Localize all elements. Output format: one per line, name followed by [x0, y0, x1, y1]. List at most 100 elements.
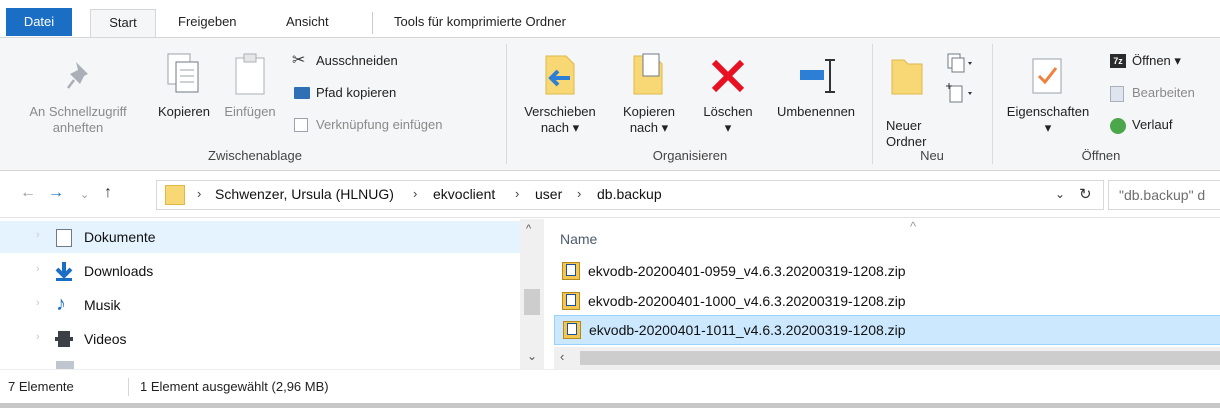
- group-divider: [506, 44, 507, 164]
- nav-item-downloads[interactable]: › Downloads: [0, 255, 520, 287]
- horizontal-scrollbar[interactable]: ‹: [554, 347, 1220, 369]
- forward-arrow-icon[interactable]: →: [48, 184, 64, 202]
- drive-icon: [56, 361, 74, 369]
- scroll-left-icon[interactable]: ‹: [560, 349, 564, 364]
- properties-checkmark-icon: [1032, 58, 1062, 94]
- recent-locations-chevron-icon[interactable]: ⌄: [80, 188, 89, 201]
- copy-to-label-2: nach ▾: [629, 120, 669, 135]
- breadcrumb-user[interactable]: Schwenzer, Ursula (HLNUG): [215, 186, 394, 202]
- back-arrow-icon[interactable]: ←: [20, 184, 36, 202]
- breadcrumb-user-folder[interactable]: user: [535, 186, 562, 202]
- horizontal-scroll-thumb[interactable]: [580, 351, 1220, 365]
- rename-button[interactable]: Umbenennen: [764, 52, 868, 132]
- path-icon: [294, 87, 310, 99]
- cut-button[interactable]: ✂ Ausschneiden: [292, 50, 502, 72]
- nav-item-musik[interactable]: › ♪ Musik: [0, 289, 520, 321]
- paste-button[interactable]: Einfügen: [218, 52, 282, 132]
- expand-chevron-icon[interactable]: ›: [36, 331, 40, 343]
- address-bar[interactable]: › Schwenzer, Ursula (HLNUG) › ekvoclient…: [156, 180, 1104, 210]
- nav-item-videos[interactable]: › Videos: [0, 323, 520, 355]
- pin-label-2: anheften: [52, 120, 104, 135]
- tab-compressed-tools[interactable]: Tools für komprimierte Ordner: [384, 10, 576, 38]
- group-label-organize: Organisieren: [652, 148, 728, 163]
- breadcrumb-separator[interactable]: ›: [413, 186, 417, 201]
- edit-button[interactable]: Bearbeiten: [1108, 82, 1220, 104]
- nav-scroll-thumb[interactable]: [524, 289, 540, 315]
- properties-button[interactable]: Eigenschaften ▾: [996, 52, 1100, 148]
- file-row[interactable]: ekvodb-20200401-0959_v4.6.3.20200319-120…: [554, 257, 1220, 287]
- move-to-label-1: Verschieben: [524, 104, 596, 119]
- edit-icon: [1110, 86, 1124, 102]
- search-input[interactable]: "db.backup" d: [1108, 180, 1220, 210]
- column-header-name[interactable]: Name: [560, 231, 597, 247]
- file-list-pane: ^ Name ekvodb-20200401-0959_v4.6.3.20200…: [544, 219, 1220, 369]
- copy-button[interactable]: Kopieren: [150, 52, 218, 132]
- ribbon-tabbar: Datei Start Freigeben Ansicht Tools für …: [0, 0, 1220, 38]
- nav-item-label: Musik: [84, 297, 121, 313]
- refresh-icon[interactable]: ↻: [1079, 185, 1092, 203]
- folder-icon: [165, 185, 185, 205]
- tab-file[interactable]: Datei: [6, 8, 72, 36]
- sort-ascending-icon: ^: [910, 219, 917, 234]
- new-item-icon: [947, 53, 972, 73]
- zip-file-icon: [562, 262, 580, 280]
- rename-icon: [800, 59, 835, 93]
- expand-chevron-icon[interactable]: ›: [36, 297, 40, 309]
- delete-label: Löschen: [703, 104, 753, 119]
- move-to-button[interactable]: Verschieben nach ▾: [512, 52, 608, 148]
- tab-divider: [372, 12, 373, 34]
- delete-button[interactable]: Löschen ▾: [692, 52, 764, 148]
- navigation-pane: › Dokumente › Downloads › ♪ Musik › Vide…: [0, 219, 544, 369]
- file-row-selected[interactable]: ekvodb-20200401-1011_v4.6.3.20200319-120…: [554, 315, 1220, 345]
- window-bottom-edge: [0, 403, 1220, 408]
- move-to-icon: [545, 55, 575, 95]
- nav-item-label: Videos: [84, 331, 127, 347]
- copy-to-button[interactable]: Kopieren nach ▾: [610, 52, 688, 148]
- file-name: ekvodb-20200401-1011_v4.6.3.20200319-120…: [589, 322, 906, 338]
- selection-info: 1 Element ausgewählt (2,96 MB): [140, 379, 329, 394]
- nav-scrollbar[interactable]: ^ ⌄: [520, 219, 544, 369]
- file-row[interactable]: ekvodb-20200401-1000_v4.6.3.20200319-120…: [554, 287, 1220, 317]
- history-label: Verlauf: [1132, 117, 1173, 132]
- scroll-down-icon[interactable]: ⌄: [527, 349, 537, 363]
- group-label-open: Öffnen: [1081, 148, 1121, 163]
- pin-quick-access-button[interactable]: An Schnellzugriff anheften: [10, 60, 146, 135]
- address-dropdown-chevron-icon[interactable]: ⌄: [1055, 187, 1065, 201]
- easy-access-icon: [946, 83, 972, 103]
- tab-view[interactable]: Ansicht: [276, 10, 339, 38]
- tab-share[interactable]: Freigeben: [168, 10, 247, 38]
- new-item-button[interactable]: [944, 52, 980, 74]
- scroll-up-icon[interactable]: ^: [526, 223, 531, 235]
- breadcrumb-db-backup[interactable]: db.backup: [597, 186, 662, 202]
- paste-shortcut-button[interactable]: Verknüpfung einfügen: [292, 114, 502, 136]
- breadcrumb-separator[interactable]: ›: [197, 186, 201, 201]
- ribbon: An Schnellzugriff anheften Kopieren Einf…: [0, 37, 1220, 171]
- edit-label: Bearbeiten: [1132, 85, 1195, 100]
- pin-icon: [67, 62, 88, 89]
- tab-start[interactable]: Start: [90, 9, 156, 38]
- paste-label: Einfügen: [224, 104, 276, 119]
- delete-dropdown-arrow[interactable]: ▾: [692, 120, 764, 136]
- breadcrumb-separator[interactable]: ›: [577, 186, 581, 201]
- copy-path-button[interactable]: Pfad kopieren: [292, 82, 502, 104]
- new-folder-icon: [891, 59, 923, 95]
- item-count: 7 Elemente: [8, 379, 74, 394]
- properties-dropdown-arrow[interactable]: ▾: [996, 120, 1100, 136]
- history-button[interactable]: Verlauf: [1108, 114, 1220, 136]
- new-folder-button[interactable]: Neuer Ordner: [876, 52, 940, 149]
- 7zip-icon: 7z: [1110, 54, 1126, 68]
- breadcrumb-separator[interactable]: ›: [515, 186, 519, 201]
- easy-access-button[interactable]: [944, 82, 980, 104]
- copy-label: Kopieren: [157, 104, 211, 119]
- shortcut-icon: [294, 118, 308, 132]
- clipboard-icon: [235, 53, 265, 95]
- breadcrumb-ekvoclient[interactable]: ekvoclient: [433, 186, 495, 202]
- up-arrow-icon[interactable]: ↑: [104, 184, 112, 202]
- open-button[interactable]: 7z Öffnen ▾: [1108, 50, 1220, 72]
- rename-label: Umbenennen: [776, 104, 856, 119]
- delete-x-icon: [711, 59, 745, 93]
- nav-item-dokumente[interactable]: › Dokumente: [0, 221, 520, 253]
- new-folder-label-1: Neuer: [886, 118, 922, 133]
- expand-chevron-icon[interactable]: ›: [36, 229, 40, 241]
- expand-chevron-icon[interactable]: ›: [36, 263, 40, 275]
